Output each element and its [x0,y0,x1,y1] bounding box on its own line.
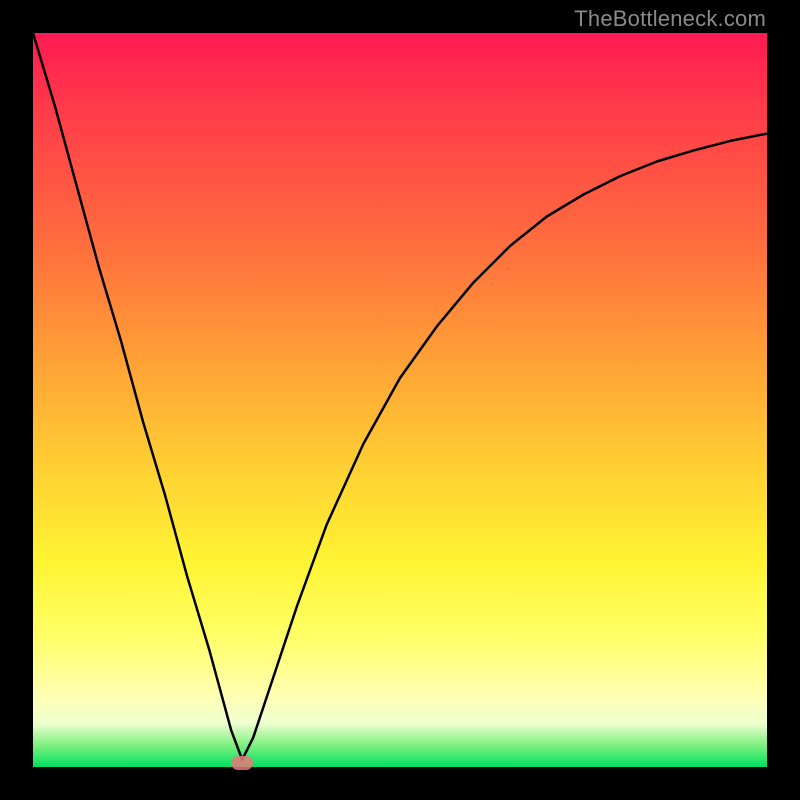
optimum-marker [231,756,253,770]
watermark-text: TheBottleneck.com [574,6,766,32]
curve-layer [33,33,767,767]
bottleneck-curve [33,33,767,760]
chart-frame: TheBottleneck.com [0,0,800,800]
plot-area [33,33,767,767]
